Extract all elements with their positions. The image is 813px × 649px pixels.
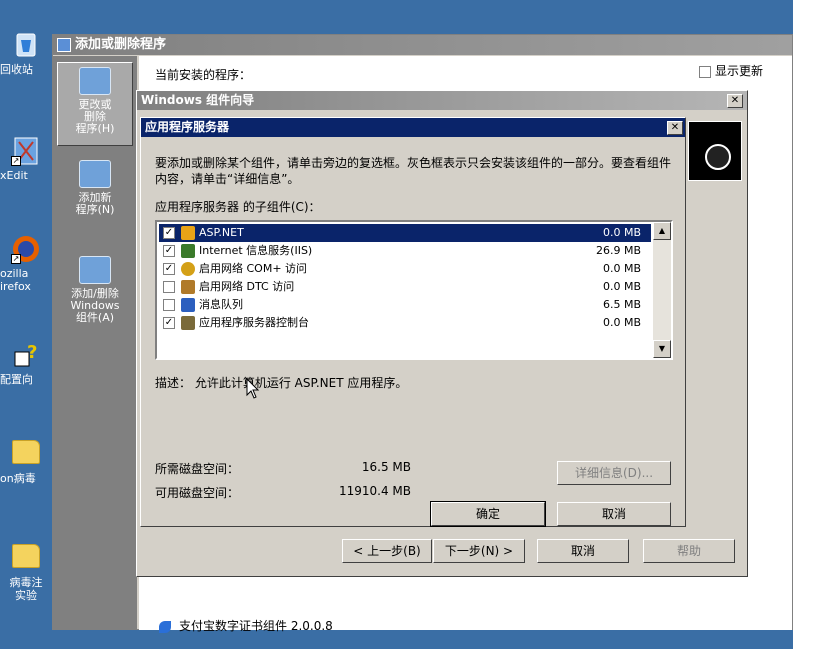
subcomponents-label: 应用程序服务器 的子组件(C)： (155, 200, 321, 214)
component-checkbox[interactable]: ✓ (163, 263, 175, 275)
component-name: 消息队列 (199, 298, 243, 311)
application-server-dialog: 应用程序服务器 ✕ 要添加或删除某个组件，请单击旁边的复选框。灰色框表示只会安装… (140, 117, 686, 527)
wizard-next-button[interactable]: 下一步(N) > (433, 539, 525, 563)
svg-text:?: ? (27, 342, 37, 363)
right-edge-area (793, 0, 813, 649)
arp-sidebar: 更改或 删除 程序(H) 添加新 程序(N) 添加/删除 Windows 组件(… (53, 56, 137, 630)
change-remove-programs-icon (79, 67, 111, 95)
folder-icon (12, 440, 40, 464)
installed-programs-header: 当前安装的程序： (155, 68, 252, 82)
show-updates-label: 显示更新 (715, 64, 764, 78)
wizard-titlebar[interactable]: Windows 组件向导 (137, 91, 747, 110)
component-name: Internet 信息服务(IIS) (199, 244, 313, 257)
app-server-console-icon (181, 316, 195, 330)
component-size: 6.5 MB (602, 298, 641, 311)
programs-icon (57, 38, 71, 52)
arp-title-text: 添加或删除程序 (75, 37, 167, 52)
component-name: 启用网络 DTC 访问 (199, 280, 295, 293)
sidebar-item-label: 添加/删除 Windows 组件(A) (70, 287, 120, 324)
sidebar-add-new-programs[interactable]: 添加新 程序(N) (57, 156, 133, 216)
component-size: 0.0 MB (602, 316, 641, 329)
shortcut-arrow-icon: ↗ (11, 156, 21, 166)
shortcut-arrow-icon: ↗ (11, 254, 21, 264)
editor-icon: ↗ (11, 136, 41, 166)
wizard-back-button[interactable]: < 上一步(B) (342, 539, 432, 563)
component-name: 启用网络 COM+ 访问 (199, 262, 308, 275)
wizard-close-button[interactable]: ✕ (727, 94, 743, 108)
program-list-item[interactable]: 支付宝数字证书组件 2.0.0.8 (159, 616, 333, 636)
message-queue-icon (181, 298, 195, 312)
com-plus-icon (181, 262, 195, 276)
mouse-cursor-icon (246, 378, 260, 399)
dialog-titlebar[interactable]: 应用程序服务器 (141, 118, 685, 137)
program-name: 支付宝数字证书组件 2.0.0.8 (179, 619, 333, 633)
config-wizard-icon: ? (11, 340, 41, 370)
wizard-cancel-button[interactable]: 取消 (537, 539, 629, 563)
add-new-programs-icon (79, 160, 111, 188)
list-item-aspnet[interactable]: ✓ ASP.NET 0.0 MB (159, 224, 651, 242)
desktop-icon-label: ozilla irefox (0, 267, 31, 293)
firefox-icon: ↗ (11, 234, 41, 264)
sidebar-item-label: 添加新 程序(N) (75, 191, 115, 216)
list-item-com-plus[interactable]: ✓ 启用网络 COM+ 访问 0.0 MB (159, 260, 651, 278)
component-checkbox[interactable]: ✓ (163, 227, 175, 239)
component-size: 0.0 MB (602, 262, 641, 275)
show-updates-checkbox[interactable]: 显示更新 (699, 62, 799, 79)
desktop-icon-editor[interactable]: ↗ xEdit (0, 136, 52, 182)
desktop-icon-folder-virus[interactable]: on病毒 (0, 440, 52, 485)
component-checkbox[interactable] (163, 281, 175, 293)
list-scrollbar[interactable]: ▲ ▼ (653, 222, 671, 358)
dialog-close-button[interactable]: ✕ (667, 121, 683, 135)
desktop-icon-label: 回收站 (0, 63, 33, 76)
desktop-icon-label: 病毒注 实验 (9, 576, 43, 602)
arp-titlebar[interactable]: 添加或删除程序 (53, 35, 792, 55)
sidebar-item-label: 更改或 删除 程序(H) (75, 98, 115, 135)
desktop-icon-config-wizard[interactable]: ? 配置向 (0, 340, 52, 386)
list-item-message-queue[interactable]: 消息队列 6.5 MB (159, 296, 651, 314)
dialog-cancel-button[interactable]: 取消 (557, 502, 671, 526)
aspnet-icon (181, 226, 195, 240)
available-space-value: 11910.4 MB (338, 484, 411, 498)
desktop-icon-recycle-bin[interactable]: 回收站 (0, 30, 52, 76)
list-item-dtc[interactable]: 启用网络 DTC 访问 0.0 MB (159, 278, 651, 296)
component-checkbox[interactable]: ✓ (163, 317, 175, 329)
scroll-up-arrow-icon[interactable]: ▲ (653, 222, 671, 240)
windows-components-icon (79, 256, 111, 284)
component-name: 应用程序服务器控制台 (199, 316, 309, 329)
ok-button[interactable]: 确定 (430, 501, 546, 527)
scroll-down-arrow-icon[interactable]: ▼ (653, 340, 671, 358)
recycle-bin-icon (11, 30, 41, 60)
desktop-icon-label: 配置向 (0, 373, 33, 386)
component-size: 0.0 MB (602, 226, 641, 239)
subcomponents-list[interactable]: ✓ ASP.NET 0.0 MB ✓ Internet 信息服务(IIS) 26… (155, 220, 673, 360)
component-checkbox[interactable]: ✓ (163, 245, 175, 257)
alipay-cert-icon (159, 620, 171, 633)
component-checkbox[interactable] (163, 299, 175, 311)
desktop-icon-label: xEdit (0, 169, 28, 182)
sidebar-windows-components[interactable]: 添加/删除 Windows 组件(A) (57, 252, 133, 324)
component-size: 0.0 MB (602, 280, 641, 293)
wizard-banner-disc-icon (688, 121, 742, 181)
checkbox-box (699, 65, 711, 78)
component-name: ASP.NET (199, 226, 244, 239)
details-button[interactable]: 详细信息(D)... (557, 461, 671, 485)
desktop-icon-label: on病毒 (0, 472, 36, 485)
wizard-help-button[interactable]: 帮助 (643, 539, 735, 563)
component-description: 描述： 允许此计算机运行 ASP.NET 应用程序。 (155, 376, 408, 390)
available-space-label: 可用磁盘空间： (155, 486, 240, 500)
iis-icon (181, 244, 195, 258)
list-item-app-server-console[interactable]: ✓ 应用程序服务器控制台 0.0 MB (159, 314, 651, 332)
dtc-icon (181, 280, 195, 294)
dialog-instructions: 要添加或删除某个组件，请单击旁边的复选框。灰色框表示只会安装该组件的一部分。要查… (155, 156, 672, 186)
desktop-icon-firefox[interactable]: ↗ ozilla irefox (0, 234, 52, 293)
required-space-value: 16.5 MB (361, 460, 411, 474)
list-item-iis[interactable]: ✓ Internet 信息服务(IIS) 26.9 MB (159, 242, 651, 260)
sidebar-change-remove-programs[interactable]: 更改或 删除 程序(H) (57, 62, 133, 146)
desktop-icon-folder-experiment[interactable]: 病毒注 实验 (0, 544, 52, 602)
required-space-label: 所需磁盘空间： (155, 462, 240, 476)
folder-icon (12, 544, 40, 568)
component-size: 26.9 MB (595, 244, 641, 257)
